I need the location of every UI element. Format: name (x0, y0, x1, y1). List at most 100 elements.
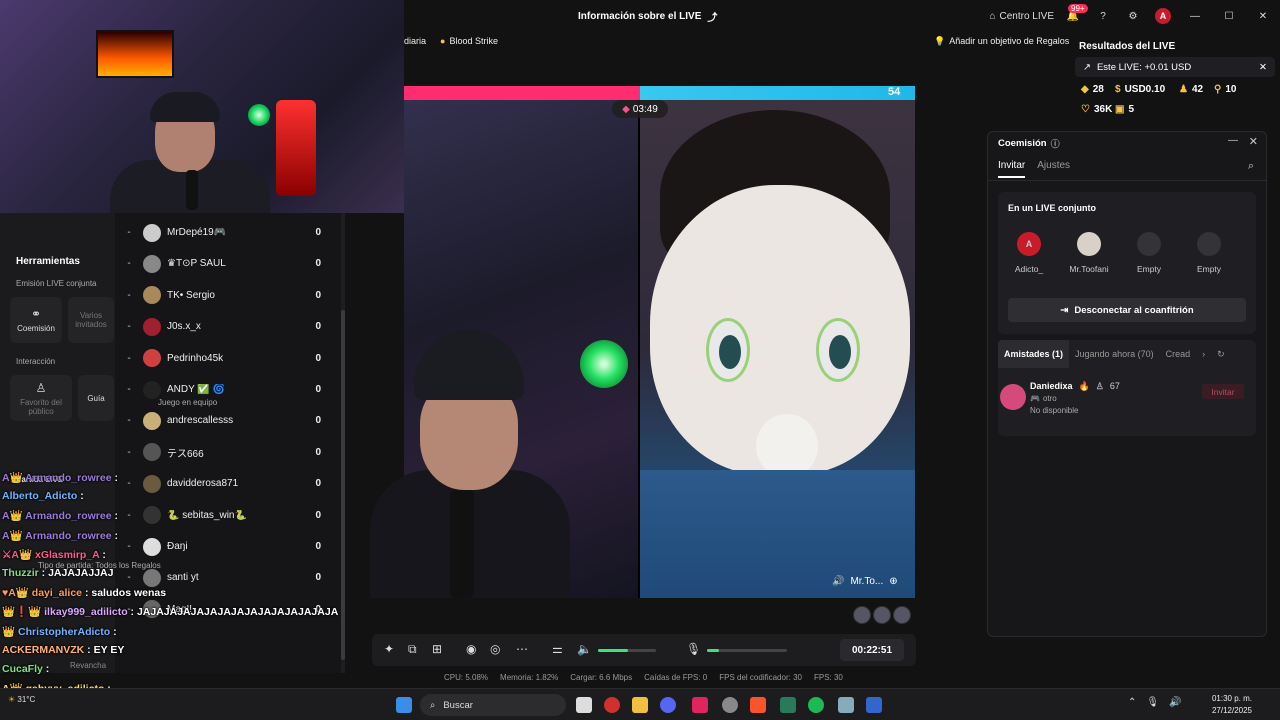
close-panel-icon[interactable]: ✕ (1249, 135, 1258, 148)
weather-widget[interactable]: ☀ 31°C (8, 695, 35, 704)
cohost-slot[interactable]: Mr.Toofani (1060, 232, 1118, 274)
chat-username[interactable]: 👑 ChristopherAdicto (2, 626, 110, 638)
leaderboard-row[interactable]: - テス666 0 (115, 437, 341, 468)
tab-settings[interactable]: Ajustes (1037, 160, 1070, 178)
leaderboard-row[interactable]: - J0s.x_x 0 (115, 311, 341, 342)
disconnect-cohost-button[interactable]: ⇥ Desconectar al coanfitrión (1008, 298, 1246, 322)
blood-strike-chip[interactable]: ● Blood Strike (434, 32, 504, 50)
layout-icon[interactable]: ⊞ (432, 642, 442, 656)
system-clock[interactable]: 01:30 p. m. 27/12/2025 (1212, 693, 1252, 717)
mic-tray-icon[interactable]: 🎙 (1146, 697, 1159, 708)
brave-icon[interactable] (750, 697, 766, 713)
supporter-avatar[interactable] (893, 606, 911, 624)
gift-goal-button[interactable]: 💡 Añadir un objetivo de Regalos (928, 32, 1075, 50)
minimize-panel-icon[interactable]: — (1228, 135, 1238, 146)
chat-username[interactable]: ⚔A👑 xGlasmirp_A (2, 549, 99, 561)
settings-button[interactable]: ⚙ (1118, 0, 1148, 32)
leaderboard-row[interactable]: - 🐍 sebitas_win🐍 0 (115, 500, 341, 531)
chat-username[interactable]: A👑 Armando_rowree (2, 530, 112, 542)
chevron-up-icon[interactable]: ⌃ (1128, 697, 1136, 708)
live-info-title[interactable]: Información sobre el LIVE ⤴ (578, 9, 717, 24)
close-icon[interactable]: ✕ (1259, 62, 1267, 73)
user-icon: ♙ (35, 380, 47, 395)
chat-username[interactable]: Alberto_Adicto (2, 490, 77, 502)
help-button[interactable]: ? (1088, 0, 1118, 32)
tab-invite[interactable]: Invitar (998, 160, 1026, 178)
system-time: 01:30 p. m. (1211, 694, 1252, 703)
chat-username[interactable]: ♥A👑 dayi_alice (2, 587, 82, 599)
sliders-icon[interactable]: ⚌ (552, 642, 563, 656)
volume-icon[interactable]: 🔈 (577, 642, 592, 656)
chat-username[interactable]: ACKERMANVZK (2, 644, 84, 656)
tab-playing-now[interactable]: Jugando ahora (70) (1069, 340, 1160, 368)
diaria-chip[interactable]: diaria (398, 32, 432, 50)
notifications-button[interactable]: 🔔 99+ (1058, 0, 1088, 32)
chat-username[interactable]: A👑 Armando_rowree (2, 472, 112, 484)
leaderboard-row[interactable]: - ANDY ✅ 🌀 0 (115, 374, 341, 405)
tab-creators[interactable]: Cread (1160, 340, 1197, 368)
leaderboard-row[interactable]: - MrDepé19🎮 0 (115, 217, 341, 248)
chat-username[interactable]: A👑 Armando_rowree (2, 510, 112, 522)
effects-icon[interactable]: ⧉ (408, 642, 417, 657)
add-icon[interactable]: ⊕ (889, 576, 897, 587)
steam-icon[interactable] (722, 697, 738, 713)
magic-icon[interactable]: ✦ (384, 642, 394, 656)
info-icon[interactable]: ⓘ (1051, 137, 1060, 150)
coemision-tool[interactable]: ⚭ Coemisión (10, 297, 62, 343)
taskbar-search[interactable]: ⌕ Buscar (420, 694, 566, 716)
close-button[interactable]: ✕ (1246, 0, 1280, 32)
cohost-slot[interactable]: Empty (1120, 232, 1178, 274)
audience-favorite-tool[interactable]: ♙ Favorito del público (10, 375, 72, 421)
supporter-avatar[interactable] (853, 606, 871, 624)
task-view-icon[interactable] (576, 697, 592, 713)
chat-text: : (113, 625, 117, 638)
share-icon[interactable]: ⤴ (707, 9, 717, 24)
cohost-slot[interactable]: Empty (1180, 232, 1238, 274)
centro-live-button[interactable]: ⌂ Centro LIVE (985, 0, 1058, 32)
leaderboard-score: 0 (315, 478, 321, 490)
minimize-button[interactable]: — (1178, 0, 1212, 32)
record-icon[interactable]: ◉ (466, 642, 476, 656)
chat-username[interactable]: CucaFly (2, 663, 43, 675)
system-tray[interactable]: ⌃ 🎙 🔊 (1128, 697, 1182, 708)
cohost-slot[interactable]: A Adicto_ (1000, 232, 1058, 274)
settings-app-icon[interactable] (838, 697, 854, 713)
joint-live-title: En un LIVE conjunto (1008, 203, 1096, 213)
file-explorer-icon[interactable] (632, 697, 648, 713)
guest-label[interactable]: 🔊 Mr.To... ⊕ (832, 576, 898, 587)
guide-tool[interactable]: Guía (78, 375, 114, 421)
diamond-icon: ◆ (1081, 84, 1089, 95)
supporter-avatar[interactable] (873, 606, 891, 624)
leaderboard-row[interactable]: - ♛T⊙P SAUL 0 (115, 248, 341, 279)
chat-username[interactable]: Thuzzir (2, 567, 39, 579)
leaderboard-row[interactable]: - Pedrinho45k 0 (115, 343, 341, 374)
microphone-icon[interactable]: 🎙 (686, 642, 701, 656)
search-icon[interactable]: ⌕ (1248, 160, 1254, 173)
tab-friends[interactable]: Amistades (1) (998, 340, 1070, 368)
friends-box: Amistades (1) Jugando ahora (70) Cread ›… (998, 340, 1256, 436)
opera-icon[interactable] (604, 697, 620, 713)
maximize-button[interactable]: ☐ (1212, 0, 1246, 32)
more-icon[interactable]: ⋯ (516, 642, 528, 656)
chevron-right-icon[interactable]: › (1196, 340, 1211, 368)
capcut-icon[interactable] (866, 697, 882, 713)
multi-guest-tool[interactable]: Varios invitados (68, 297, 114, 343)
profile-button[interactable]: A (1148, 0, 1178, 32)
leaderboard-row[interactable]: - andrescallesss 0 (115, 405, 341, 436)
rematch-label[interactable]: Revancha (70, 661, 106, 670)
leaderboard-row[interactable]: - Đaŋi 0 (115, 531, 341, 562)
app-icon[interactable] (780, 697, 796, 713)
spotify-icon[interactable] (808, 697, 824, 713)
leaderboard-scroll-thumb[interactable] (341, 310, 345, 660)
windows-start-icon[interactable] (396, 697, 412, 713)
tiktok-live-icon[interactable] (692, 697, 708, 713)
leaderboard-row[interactable]: - davidderosa871 0 (115, 468, 341, 499)
volume-tray-icon[interactable]: 🔊 (1169, 697, 1181, 708)
chat-username[interactable]: 👑❗👑 ilkay999_adilicto (2, 606, 128, 618)
leaderboard-row[interactable]: - TK• Sergio 0 (115, 280, 341, 311)
invite-button[interactable]: Invitar (1202, 384, 1244, 399)
refresh-icon[interactable]: ↻ (1211, 340, 1231, 368)
discord-icon[interactable] (660, 697, 676, 713)
mic-track[interactable] (707, 649, 787, 652)
target-icon[interactable]: ◎ (490, 642, 500, 656)
